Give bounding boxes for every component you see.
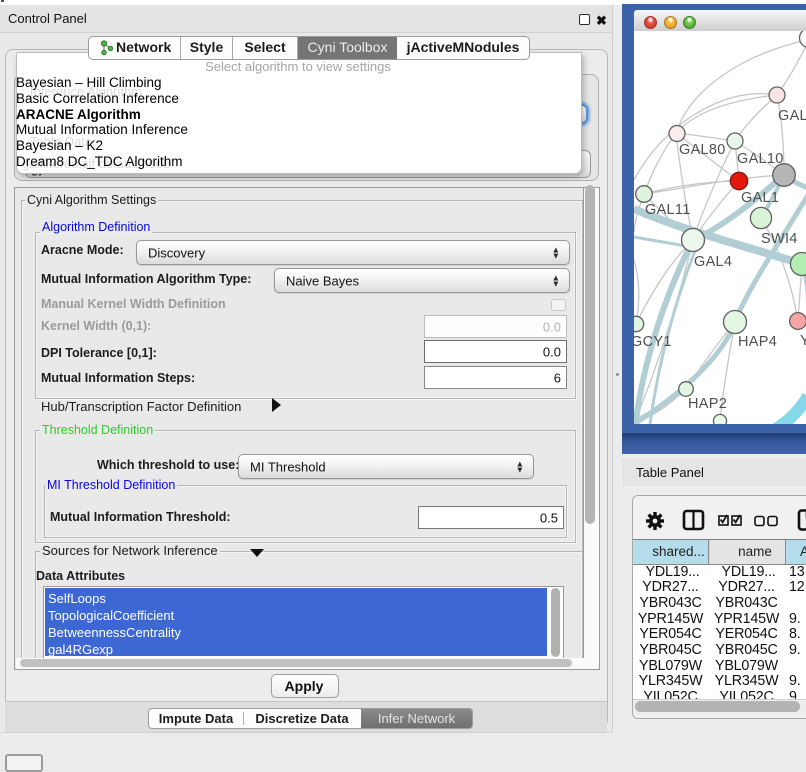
svg-text:GAL1: GAL1 (741, 190, 779, 206)
svg-text:HAP2: HAP2 (688, 396, 727, 412)
svg-text:YJ: YJ (800, 333, 806, 349)
svg-text:GAL10: GAL10 (737, 151, 784, 167)
svg-text:SWI4: SWI4 (761, 231, 798, 247)
svg-text:GCY1: GCY1 (634, 334, 672, 350)
svg-text:GAL8: GAL8 (778, 108, 806, 124)
svg-text:GAL4: GAL4 (694, 254, 732, 270)
svg-text:GAL11: GAL11 (645, 202, 691, 218)
svg-text:GAL80: GAL80 (679, 142, 726, 158)
svg-text:HAP4: HAP4 (738, 334, 777, 350)
